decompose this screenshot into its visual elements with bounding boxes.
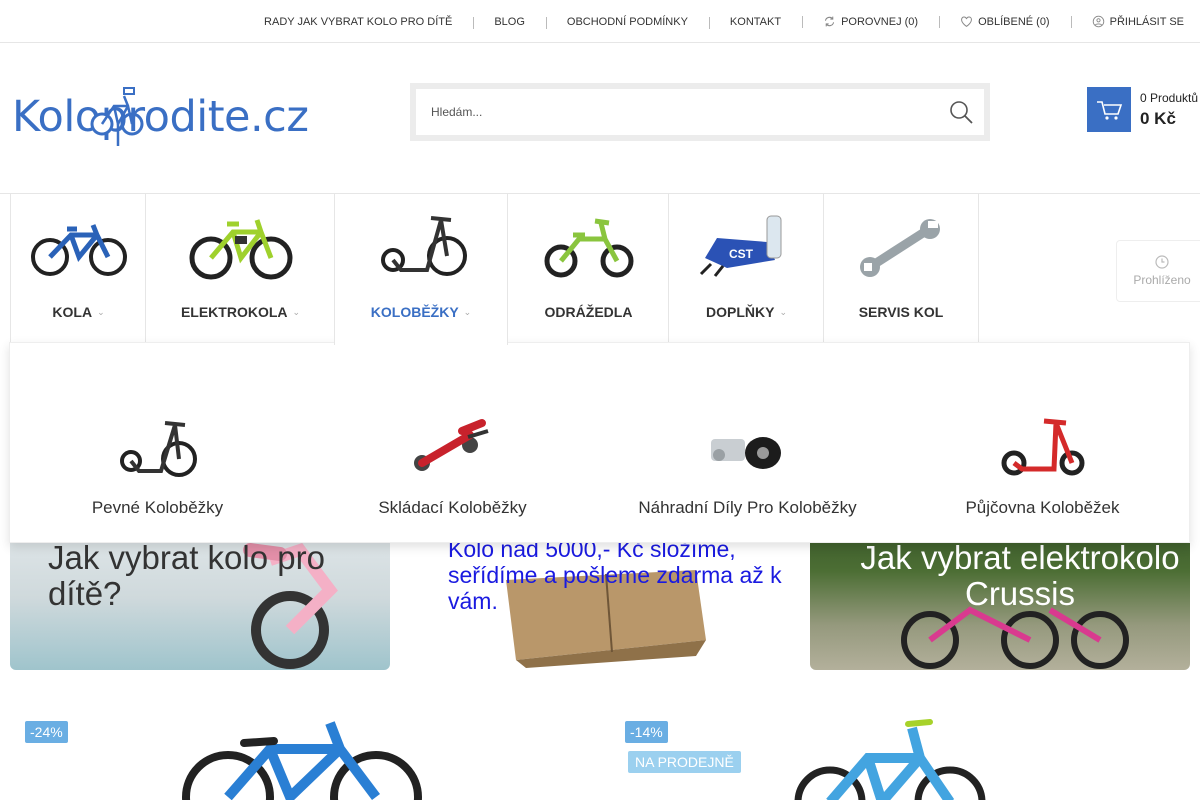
chevron-down-icon: ⌄ — [292, 306, 301, 317]
mega-item-nahradni-dily[interactable]: Náhradní Díly Pro Koloběžky — [600, 343, 895, 544]
folding-scooter-image — [398, 415, 508, 483]
history-label: Prohlíženo — [1133, 273, 1191, 287]
nav-item-kolobezky[interactable]: KOLOBĚŽKY ⌄ — [334, 193, 508, 345]
cart-total[interactable]: 0 Kč — [1140, 109, 1176, 129]
chevron-down-icon: ⌄ — [463, 306, 472, 317]
rental-scooter-image — [988, 415, 1098, 483]
nav-item-odrazedla[interactable]: ODRÁŽEDLA — [507, 194, 669, 344]
cart-button[interactable] — [1087, 87, 1131, 132]
logo-text: Koloprodite.cz — [12, 92, 309, 142]
compare-icon — [824, 16, 835, 27]
nav-item-servis[interactable]: SERVIS KOL — [823, 194, 979, 344]
cart-count[interactable]: 0 Produktů — [1140, 91, 1198, 105]
history-widget[interactable]: Prohlíženo — [1116, 240, 1200, 302]
discount-badge: -14% — [625, 721, 668, 743]
in-store-badge: NA PRODEJNĚ — [628, 751, 741, 773]
site-logo[interactable]: Koloprodite.cz — [12, 86, 342, 150]
mega-item-pujcovna[interactable]: Půjčovna Koloběžek — [895, 343, 1190, 544]
main-nav: KOLA ⌄ ELEKTROKOLA ⌄ KOLOBĚŽKY ⌄ ODRÁŽEDLA … — [0, 193, 1200, 345]
svg-text:CST: CST — [729, 247, 754, 261]
mega-item-pevne[interactable]: Pevné Koloběžky — [10, 343, 305, 544]
link-favorites[interactable]: OBLÍBENÉ (0) — [939, 15, 1071, 28]
banner-title: Jak vybrat elektrokolo Crussis — [860, 539, 1180, 612]
link-compare[interactable]: POROVNEJ (0) — [802, 15, 939, 28]
mega-item-skladaci[interactable]: Skládací Koloběžky — [305, 343, 600, 544]
link-terms[interactable]: OBCHODNÍ PODMÍNKY — [545, 16, 709, 29]
ebike-image — [181, 210, 301, 284]
nav-item-kola[interactable]: KOLA ⌄ — [10, 194, 146, 344]
product-card[interactable] — [170, 715, 430, 805]
clock-icon — [1155, 255, 1169, 269]
spare-parts-image — [693, 415, 803, 483]
nav-item-elektrokola[interactable]: ELEKTROKOLA ⌄ — [145, 194, 335, 344]
search-bar — [410, 83, 990, 141]
accessories-image: CST — [687, 210, 807, 284]
bike-image — [19, 210, 139, 284]
discount-badge: -24% — [25, 721, 68, 743]
search-input[interactable] — [416, 89, 984, 135]
top-bar: RADY JAK VYBRAT KOLO PRO DÍTĚ BLOG OBCHO… — [0, 0, 1200, 43]
chevron-down-icon: ⌄ — [97, 306, 105, 317]
link-login[interactable]: PŘIHLÁSIT SE — [1070, 15, 1184, 28]
nav-item-doplnky[interactable]: CST DOPLŇKY ⌄ — [668, 194, 824, 344]
kid-bike-product-image — [794, 719, 986, 805]
chevron-down-icon: ⌄ — [779, 306, 787, 317]
scooter-image — [361, 210, 481, 284]
link-contact[interactable]: KONTAKT — [708, 16, 802, 29]
product-row: -24% -14% NA PRODEJNĚ — [0, 700, 1200, 805]
heart-icon — [961, 16, 972, 27]
product-card[interactable] — [790, 718, 990, 805]
logo-bike-icon — [90, 87, 144, 146]
banner-title: Jak vybrat kolo pro dítě? — [48, 539, 325, 612]
link-kid-bike-guide[interactable]: RADY JAK VYBRAT KOLO PRO DÍTĚ — [243, 16, 473, 28]
cart-icon — [1097, 100, 1123, 120]
kid-bike-product-image — [182, 721, 422, 805]
top-links: RADY JAK VYBRAT KOLO PRO DÍTĚ BLOG OBCHO… — [243, 0, 1184, 43]
link-blog[interactable]: BLOG — [473, 16, 546, 29]
wrench-image — [841, 210, 961, 284]
mega-menu-kolobezky: Pevné Koloběžky Skládací Koloběžky Náhra… — [9, 342, 1190, 543]
balance-bike-image — [529, 210, 649, 284]
banner-title: Kolo nad 5000,- Kč složíme, seřídíme a p… — [448, 536, 782, 614]
rigid-scooter-image — [103, 415, 213, 483]
search-icon[interactable] — [948, 99, 974, 125]
user-icon — [1092, 15, 1104, 28]
